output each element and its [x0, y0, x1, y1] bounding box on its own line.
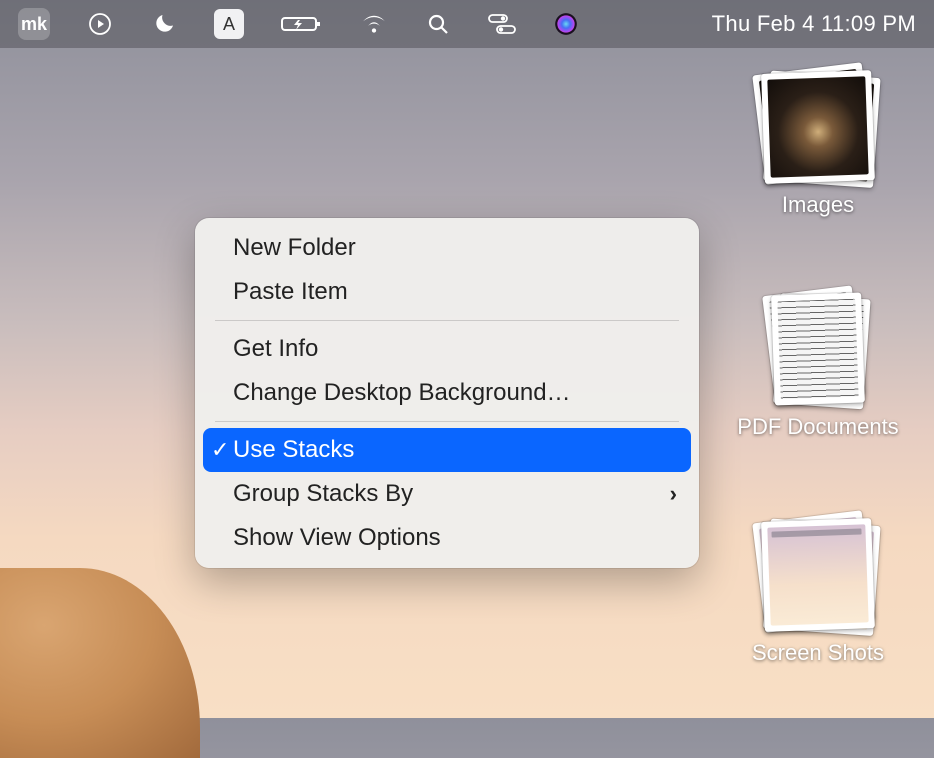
siri-icon[interactable]	[552, 10, 580, 38]
app-logo[interactable]: mk	[18, 8, 50, 40]
stack-thumb	[763, 294, 873, 404]
menu-item-label: Get Info	[233, 335, 318, 363]
stack-pdf-documents[interactable]: PDF Documents	[718, 294, 918, 440]
stack-thumb	[763, 72, 873, 182]
stack-label: Screen Shots	[718, 640, 918, 666]
menu-group-stacks-by[interactable]: Group Stacks By ›	[203, 472, 691, 516]
stack-label: Images	[718, 192, 918, 218]
battery-charging-icon[interactable]	[280, 10, 324, 38]
menu-item-label: New Folder	[233, 234, 356, 262]
menu-item-label: Paste Item	[233, 278, 348, 306]
control-center-icon[interactable]	[488, 10, 516, 38]
desktop-context-menu: New Folder Paste Item Get Info Change De…	[195, 218, 699, 568]
moon-icon[interactable]	[150, 10, 178, 38]
play-icon[interactable]	[86, 10, 114, 38]
menu-separator	[215, 421, 679, 422]
menu-item-label: Use Stacks	[233, 436, 354, 464]
stack-images[interactable]: Images	[718, 72, 918, 218]
search-icon[interactable]	[424, 10, 452, 38]
menu-item-label: Change Desktop Background…	[233, 379, 571, 407]
menu-show-view-options[interactable]: Show View Options	[203, 516, 691, 560]
menu-new-folder[interactable]: New Folder	[203, 226, 691, 270]
menu-item-label: Show View Options	[233, 524, 441, 552]
stack-thumb	[763, 520, 873, 630]
check-icon: ✓	[211, 437, 229, 463]
stack-screen-shots[interactable]: Screen Shots	[718, 520, 918, 666]
menu-use-stacks[interactable]: ✓ Use Stacks	[203, 428, 691, 472]
chevron-right-icon: ›	[670, 481, 677, 507]
wifi-icon[interactable]	[360, 10, 388, 38]
menu-change-desktop-background[interactable]: Change Desktop Background…	[203, 371, 691, 415]
keyboard-input-icon[interactable]: A	[214, 9, 244, 39]
menu-get-info[interactable]: Get Info	[203, 327, 691, 371]
wallpaper-foreground-rock	[0, 568, 200, 758]
menu-separator	[215, 320, 679, 321]
menubar: mk A Thu Feb 4 11:09 PM	[0, 0, 934, 48]
stack-label: PDF Documents	[718, 414, 918, 440]
menu-item-label: Group Stacks By	[233, 480, 413, 508]
menu-paste-item[interactable]: Paste Item	[203, 270, 691, 314]
menubar-clock[interactable]: Thu Feb 4 11:09 PM	[712, 11, 916, 37]
